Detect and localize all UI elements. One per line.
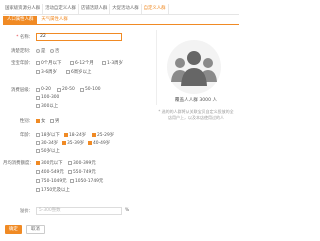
spend-option[interactable]: 1050-1749元 [70, 178, 103, 184]
baby-age-option[interactable]: 6-12个月 [70, 60, 94, 66]
spend-option[interactable]: 750-1049元 [36, 178, 67, 184]
checkbox-icon [64, 133, 68, 137]
coverage-count: 覆盖人人群 3000 人 [174, 98, 218, 103]
checkbox-icon [36, 161, 40, 165]
baby-age-option[interactable]: 0个月以下 [36, 60, 61, 66]
checkbox-icon [62, 141, 66, 145]
checkbox-icon [36, 188, 40, 192]
checkbox-icon [66, 70, 70, 74]
top-tab-bar: 国家级资源分人群 活动自定义人群 店铺活跃人群 大促活动人群 自定义人群 [3, 4, 239, 15]
sub-tab-bar: 人口属性人群 天气属性人群 [3, 16, 239, 25]
spend-option[interactable]: 1750元及以上 [36, 187, 70, 193]
age-group-option[interactable]: 35-39岁 [62, 140, 84, 146]
clear-option-no[interactable]: 否 [50, 48, 59, 54]
checkbox-icon [50, 119, 54, 123]
budget-input[interactable]: 5-300整数 [36, 207, 122, 215]
age-group-option[interactable]: 40-49岁 [88, 140, 110, 146]
clear-option-yes[interactable]: 是 [36, 48, 45, 54]
checkbox-icon [36, 95, 40, 100]
checkbox-icon [92, 133, 96, 137]
budget-unit: % [125, 208, 130, 213]
name-label: * 名称： [16, 35, 33, 40]
spend-option[interactable]: 400-549元 [36, 169, 64, 175]
monthly-spend-label: 月均消费额度： [3, 161, 34, 166]
checkbox-icon [102, 61, 106, 65]
age-group-option[interactable]: 30-34岁 [36, 140, 58, 146]
clear-label: 清楚定制： [11, 49, 33, 54]
baby-age-label: 宝宝年龄： [11, 61, 33, 66]
checkbox-icon [36, 141, 40, 145]
baby-age-option[interactable]: 3-6周岁 [36, 69, 57, 75]
age-group-option[interactable]: 50岁以上 [36, 148, 60, 154]
gender-option-male[interactable]: 男 [50, 118, 59, 124]
tab-store-active[interactable]: 店铺活跃人群 [79, 4, 111, 14]
tab-activity-custom[interactable]: 活动自定义人群 [43, 4, 79, 14]
radio-icon [36, 49, 40, 53]
age-group-option[interactable]: 18岁以下 [36, 132, 60, 138]
coverage-note: * 选的的人群将从关联宝贝自定义投放的全店用户上，以及本店使用过的人 [158, 109, 234, 120]
baby-age-option[interactable]: 1-3周岁 [102, 60, 123, 66]
checkbox-icon [68, 161, 72, 165]
checkbox-icon [36, 133, 40, 137]
tab-custom-crowd[interactable]: 自定义人群 [142, 4, 169, 14]
cancel-button[interactable]: 取消 [26, 225, 45, 234]
gender-option-female[interactable]: 女 [36, 118, 45, 124]
tab-promo-activity[interactable]: 大促活动人群 [110, 4, 142, 14]
age-group-option[interactable]: 18-24岁 [64, 132, 86, 138]
checkbox-icon [57, 87, 61, 92]
checkbox-icon [36, 170, 40, 174]
checkbox-icon [36, 149, 40, 153]
checkbox-icon [70, 179, 74, 183]
consume-option[interactable]: 0-20 [36, 87, 51, 92]
gender-label: 性别： [19, 119, 33, 124]
age-group-label: 年龄： [19, 133, 33, 138]
consume-option[interactable]: 100-300 [36, 95, 59, 100]
consume-option[interactable]: 50-100 [80, 87, 101, 92]
checkbox-icon [36, 119, 40, 123]
subtab-demographic[interactable]: 人口属性人群 [3, 16, 38, 24]
checkbox-icon [36, 104, 40, 108]
checkbox-icon [36, 179, 40, 183]
checkbox-icon [68, 170, 72, 174]
people-group-icon [167, 40, 221, 94]
spend-option[interactable]: 550-749元 [68, 169, 96, 175]
checkbox-icon [88, 141, 92, 145]
checkbox-icon [36, 70, 40, 74]
budget-label: 溢价： [19, 209, 33, 214]
spend-option[interactable]: 300-399元 [68, 160, 96, 166]
baby-age-option[interactable]: 6周岁以上 [66, 69, 91, 75]
subtab-weather[interactable]: 天气属性人群 [37, 16, 71, 24]
tab-national-resource[interactable]: 国家级资源分人群 [3, 4, 44, 14]
consume-option[interactable]: 20-50 [57, 87, 75, 92]
checkbox-icon [70, 61, 74, 65]
age-group-option[interactable]: 25-29岁 [92, 132, 114, 138]
checkbox-icon [80, 87, 84, 92]
name-input[interactable]: 22 [36, 33, 122, 41]
spend-option[interactable]: 300元以下 [36, 160, 63, 166]
checkbox-icon [36, 87, 40, 92]
save-button[interactable]: 确定 [5, 225, 22, 234]
consume-option[interactable]: 300以上 [36, 103, 58, 109]
checkbox-icon [36, 61, 40, 65]
radio-icon [50, 49, 54, 53]
divider [156, 30, 157, 105]
consume-level-label: 消费层级： [11, 88, 33, 93]
